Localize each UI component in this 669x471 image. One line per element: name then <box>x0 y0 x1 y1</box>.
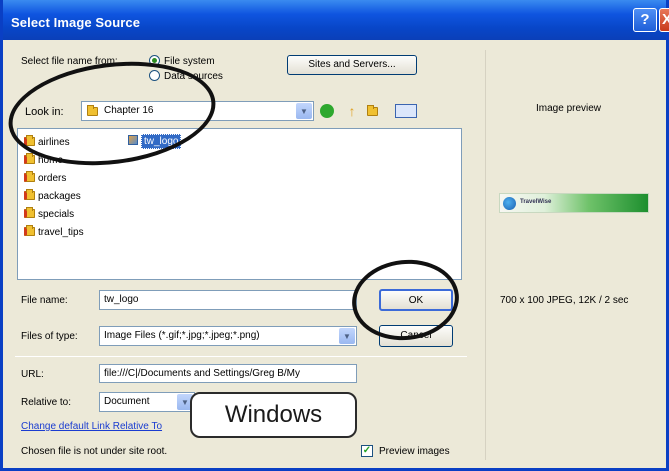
up-folder-icon[interactable]: ↑ <box>345 104 359 118</box>
change-default-link[interactable]: Change default Link Relative To <box>21 421 162 432</box>
folder-icon <box>24 153 35 164</box>
file-name-input[interactable]: tw_logo <box>99 290 357 310</box>
image-preview: TravelWise <box>499 193 649 213</box>
relative-to-value: Document <box>104 396 150 407</box>
url-label: URL: <box>21 369 44 380</box>
globe-icon <box>503 197 516 210</box>
chevron-down-icon: ▼ <box>296 103 312 119</box>
file-name-label: File name: <box>21 295 68 306</box>
select-image-source-dialog: Select Image Source ? X Select file name… <box>0 0 669 471</box>
close-button[interactable]: X <box>659 8 669 32</box>
files-of-type-value: Image Files (*.gif;*.jpg;*.jpeg;*.png) <box>104 330 260 341</box>
title-bar[interactable]: Select Image Source ? X <box>3 0 669 40</box>
relative-to-label: Relative to: <box>21 397 72 408</box>
preview-logo-text: TravelWise <box>520 199 552 205</box>
files-of-type-label: Files of type: <box>21 331 78 342</box>
view-menu-icon[interactable] <box>395 104 417 118</box>
files-of-type-select[interactable]: Image Files (*.gif;*.jpg;*.jpeg;*.png) ▼ <box>99 326 357 346</box>
sites-and-servers-button[interactable]: Sites and Servers... <box>287 55 417 75</box>
image-preview-label: Image preview <box>536 103 602 114</box>
preview-images-label: Preview images <box>379 446 450 457</box>
file-item-travel-tips[interactable]: travel_tips <box>24 225 84 243</box>
dialog-title: Select Image Source <box>11 15 141 30</box>
file-item-orders[interactable]: orders <box>24 171 66 189</box>
divider <box>15 356 467 357</box>
windows-caption: Windows <box>190 392 357 438</box>
relative-to-select[interactable]: Document ▼ <box>99 392 195 412</box>
folder-icon <box>24 207 35 218</box>
new-folder-icon[interactable] <box>367 104 381 118</box>
file-item-specials[interactable]: specials <box>24 207 74 225</box>
root-note: Chosen file is not under site root. <box>21 446 168 457</box>
help-button[interactable]: ? <box>633 8 657 32</box>
file-item-packages[interactable]: packages <box>24 189 81 207</box>
preview-divider <box>485 50 486 460</box>
folder-icon <box>24 171 35 182</box>
chevron-down-icon: ▼ <box>339 328 355 344</box>
image-info: 700 x 100 JPEG, 12K / 2 sec <box>500 295 629 306</box>
folder-icon <box>24 189 35 200</box>
folder-icon <box>24 225 35 236</box>
back-icon[interactable] <box>320 104 334 118</box>
url-input[interactable]: file:///C|/Documents and Settings/Greg B… <box>99 364 357 383</box>
preview-images-checkbox[interactable]: ✓ <box>361 445 373 457</box>
